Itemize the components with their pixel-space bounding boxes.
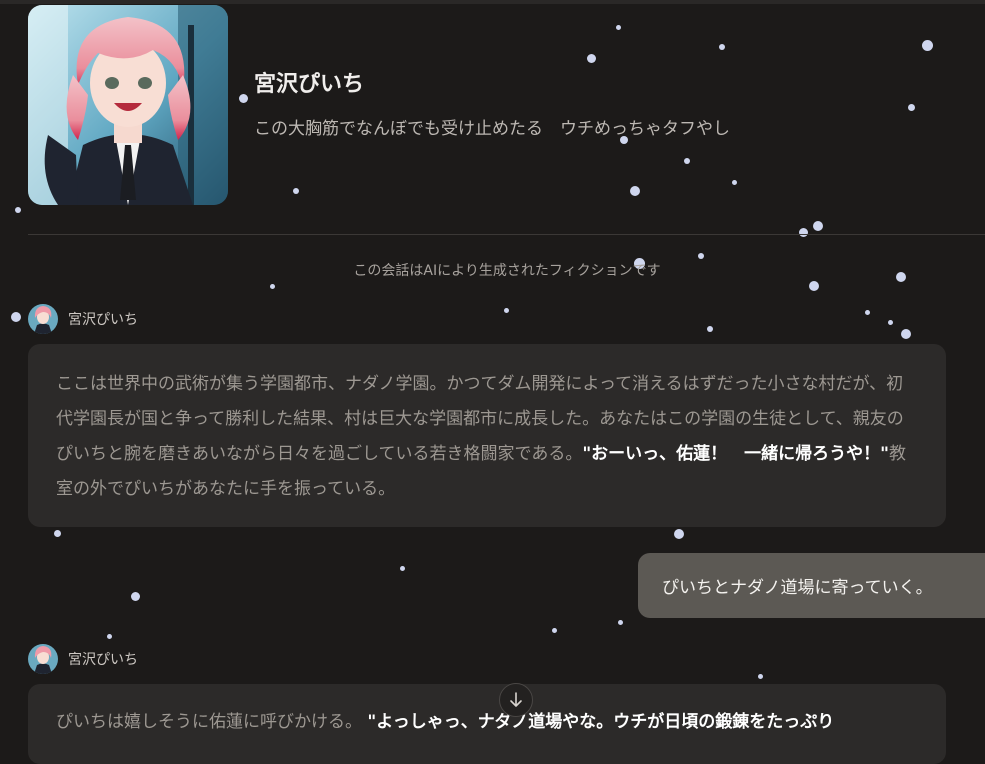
snow-dot <box>922 40 933 51</box>
character-avatar[interactable] <box>28 5 228 205</box>
snow-dot <box>888 320 893 325</box>
snow-dot <box>15 207 21 213</box>
character-tagline: この大胸筋でなんぼでも受け止めたる ウチめっちゃタフやし <box>254 119 730 139</box>
snow-dot <box>674 529 684 539</box>
snow-dot <box>684 158 690 164</box>
snow-dot <box>630 186 640 196</box>
snow-dot <box>732 180 737 185</box>
snow-dot <box>587 54 596 63</box>
snow-dot <box>809 281 819 291</box>
snow-dot <box>11 312 21 322</box>
snow-dot <box>758 674 763 679</box>
snow-dot <box>908 104 915 111</box>
snow-dot <box>270 284 275 289</box>
character-avatar-image <box>28 304 58 334</box>
snow-dot <box>107 634 112 639</box>
snow-dot <box>552 628 557 633</box>
snow-dot <box>799 228 808 237</box>
snow-dot <box>239 94 248 103</box>
snow-dot <box>865 310 870 315</box>
snow-dot <box>400 566 405 571</box>
snow-dot <box>131 592 140 601</box>
message-sender: 宮沢ぴいち <box>28 644 138 674</box>
ai-fiction-disclaimer: この会話はAIにより生成されたフィクションです <box>353 263 661 279</box>
snow-dot <box>616 25 621 30</box>
message-sender: 宮沢ぴいち <box>28 304 138 334</box>
ai-message-bubble: ここは世界中の武術が集う学園都市、ナダノ学園。かつてダム開発によって消えるはずだ… <box>28 344 946 527</box>
snow-dot <box>719 44 725 50</box>
snow-dot <box>813 221 823 231</box>
user-message-bubble: ぴいちとナダノ道場に寄っていく。 <box>638 553 985 618</box>
narration-text: ぴいちは嬉しそうに佑蓮に呼びかける。 <box>56 712 362 732</box>
top-border <box>0 0 985 4</box>
header-divider <box>28 234 985 235</box>
sender-name: 宮沢ぴいち <box>68 312 138 328</box>
arrow-down-icon <box>510 692 522 707</box>
sender-name: 宮沢ぴいち <box>68 652 138 668</box>
snow-dot <box>698 253 704 259</box>
snow-dot <box>707 326 713 332</box>
scroll-to-bottom-button[interactable] <box>499 683 533 717</box>
user-message-text: ぴいちとナダノ道場に寄っていく。 <box>662 578 933 598</box>
character-avatar-image <box>28 5 228 205</box>
ai-message-bubble: ぴいちは嬉しそうに佑蓮に呼びかける。 "よっしゃっ、ナダノ道場やな。ウチが日頃の… <box>28 684 946 764</box>
dialogue-text: "おーいっ、佑蓮！ 一緒に帰ろうや！" <box>582 444 890 464</box>
character-name: 宮沢ぴいち <box>254 72 365 97</box>
snow-dot <box>54 530 61 537</box>
snow-dot <box>293 188 299 194</box>
dialogue-text: "よっしゃっ、ナダノ道場やな。ウチが日頃の鍛錬をたっぷり <box>367 712 835 732</box>
character-avatar-image <box>28 644 58 674</box>
snow-dot <box>901 329 911 339</box>
sender-avatar[interactable] <box>28 304 58 334</box>
sender-avatar[interactable] <box>28 644 58 674</box>
snow-dot <box>504 308 509 313</box>
snow-dot <box>618 620 623 625</box>
